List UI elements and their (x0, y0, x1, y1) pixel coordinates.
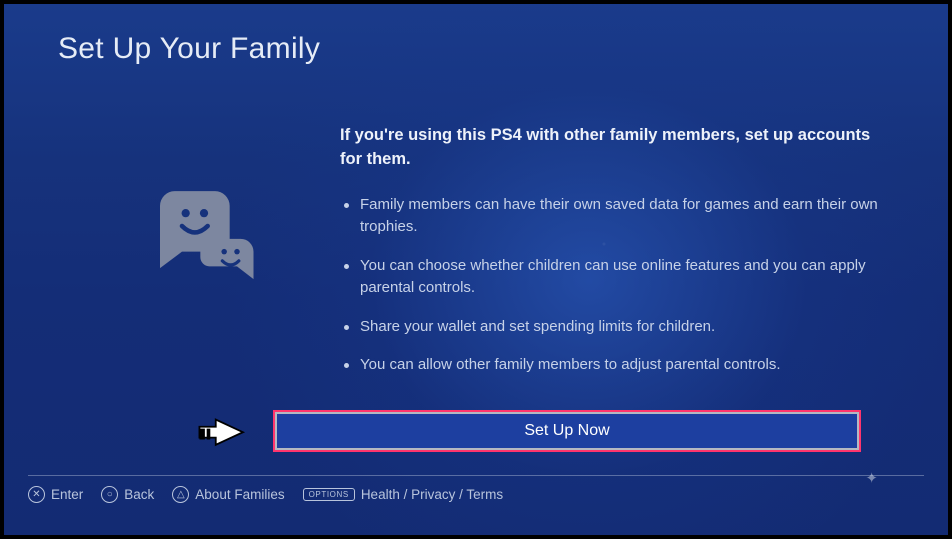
content-area: If you're using this PS4 with other fami… (340, 124, 880, 393)
footer-about-label: About Families (195, 487, 284, 502)
headline-text: If you're using this PS4 with other fami… (340, 124, 880, 172)
footer-about-families[interactable]: △ About Families (172, 486, 284, 503)
footer-back-label: Back (124, 487, 154, 502)
family-icon (148, 182, 260, 292)
footer-enter-label: Enter (51, 487, 83, 502)
list-item: You can allow other family members to ad… (340, 354, 880, 377)
list-item: Share your wallet and set spending limit… (340, 316, 880, 339)
pointer-hand-icon (194, 414, 252, 454)
footer-legal[interactable]: OPTIONS Health / Privacy / Terms (303, 487, 504, 502)
footer-legal-label: Health / Privacy / Terms (361, 487, 503, 502)
list-item: Family members can have their own saved … (340, 194, 880, 239)
footer-back[interactable]: ○ Back (101, 486, 154, 503)
cross-icon: ✕ (28, 486, 45, 503)
page-title: Set Up Your Family (58, 32, 320, 66)
options-icon: OPTIONS (303, 488, 355, 501)
footer-bar: ✕ Enter ○ Back △ About Families OPTIONS … (28, 475, 924, 503)
set-up-now-button[interactable]: Set Up Now (274, 411, 860, 451)
feature-list: Family members can have their own saved … (340, 194, 880, 377)
set-up-now-label: Set Up Now (524, 422, 609, 440)
list-item: You can choose whether children can use … (340, 255, 880, 300)
family-setup-screen: Set Up Your Family If you're using this … (4, 4, 948, 535)
triangle-icon: △ (172, 486, 189, 503)
footer-enter[interactable]: ✕ Enter (28, 486, 83, 503)
circle-icon: ○ (101, 486, 118, 503)
